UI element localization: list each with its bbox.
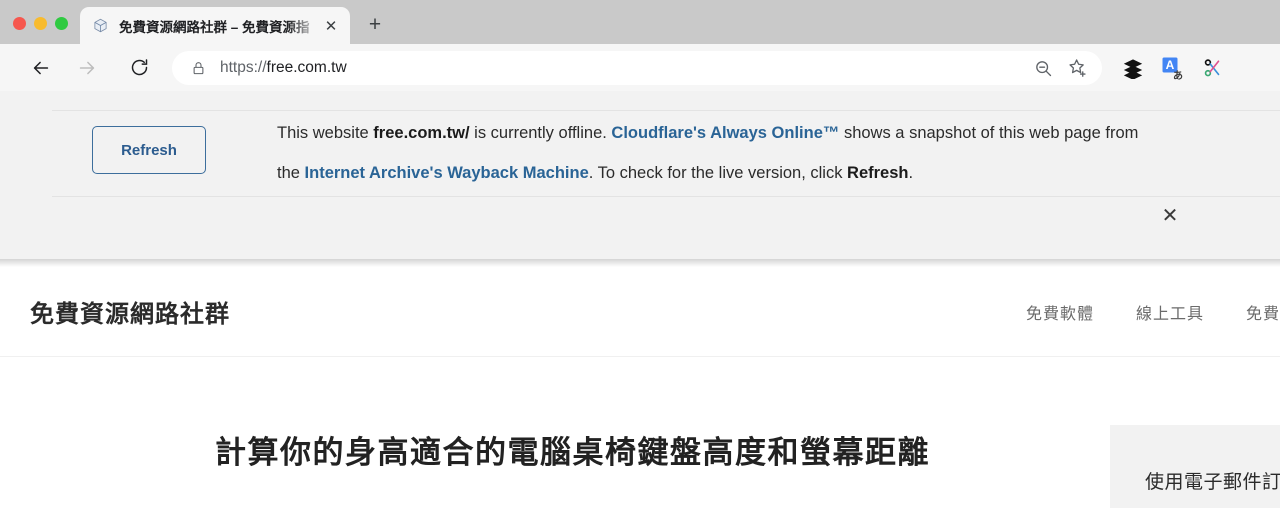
- banner-text-2: is currently offline.: [469, 124, 612, 142]
- site-logo[interactable]: 免費資源網路社群: [30, 294, 230, 329]
- back-button[interactable]: [24, 51, 58, 85]
- banner-text-4: . To check for the live version, click: [588, 164, 848, 182]
- banner-divider-top: [52, 110, 1280, 111]
- url-scheme: https://: [220, 58, 267, 76]
- page-title: 計算你的身高適合的電腦桌椅鍵盤高度和螢幕距離: [215, 435, 930, 470]
- nav-item-online-tools[interactable]: 線上工具: [1136, 300, 1204, 324]
- forward-button[interactable]: [70, 51, 104, 85]
- page-content: 免費資源網路社群 免費軟體 線上工具 免費 計算你的身高適合的電腦桌椅鍵盤高度和…: [0, 267, 1280, 508]
- minimize-window-button[interactable]: [34, 17, 47, 30]
- address-bar[interactable]: https://free.com.tw: [172, 50, 1102, 85]
- new-tab-button[interactable]: +: [360, 10, 390, 40]
- site-navigation: 免費軟體 線上工具 免費: [1026, 300, 1280, 324]
- close-tab-button[interactable]: ✕: [320, 15, 342, 37]
- maximize-window-button[interactable]: [55, 17, 68, 30]
- window-controls: [0, 17, 80, 44]
- clip-icon[interactable]: [1200, 55, 1226, 81]
- banner-domain: free.com.tw/: [373, 124, 470, 142]
- extension-icons: A あ: [1120, 55, 1230, 81]
- cloudflare-offline-banner: Refresh This website free.com.tw/ is cur…: [0, 91, 1280, 259]
- nav-item-free-software[interactable]: 免費軟體: [1026, 300, 1094, 324]
- omnibox-actions: [1028, 53, 1096, 83]
- url-text: https://free.com.tw: [220, 59, 1028, 77]
- browser-tab[interactable]: 免費資源網路社群 – 免費資源指 ✕: [80, 7, 350, 44]
- refresh-button[interactable]: Refresh: [92, 126, 206, 174]
- email-subscribe-label: 使用電子郵件訂: [1145, 472, 1280, 493]
- banner-divider-bottom: [52, 196, 1280, 197]
- email-subscribe-card[interactable]: 使用電子郵件訂: [1110, 425, 1280, 508]
- svg-text:A: A: [1166, 58, 1175, 72]
- cloudflare-always-online-link[interactable]: Cloudflare's Always Online™: [611, 124, 839, 142]
- browser-window: 免費資源網路社群 – 免費資源指 ✕ + https://free.com.tw…: [0, 0, 1280, 508]
- nav-item-free-resources[interactable]: 免費: [1246, 300, 1280, 324]
- layers-icon[interactable]: [1120, 55, 1146, 81]
- hero-section: 計算你的身高適合的電腦桌椅鍵盤高度和螢幕距離: [0, 357, 1280, 508]
- lock-icon: [190, 60, 206, 76]
- box-icon: [92, 17, 109, 34]
- star-plus-icon[interactable]: [1062, 53, 1092, 83]
- banner-text-1: This website: [277, 124, 374, 142]
- browser-toolbar: https://free.com.tw A あ: [0, 44, 1280, 91]
- tab-strip: 免費資源網路社群 – 免費資源指 ✕ +: [0, 0, 1280, 44]
- tab-title: 免費資源網路社群 – 免費資源指: [119, 19, 310, 35]
- translate-icon[interactable]: A あ: [1160, 55, 1186, 81]
- url-host: free.com.tw: [266, 58, 347, 76]
- banner-shadow: [0, 259, 1280, 267]
- banner-message: This website free.com.tw/ is currently o…: [277, 113, 1149, 193]
- close-banner-button[interactable]: ✕: [1158, 203, 1182, 227]
- site-header: 免費資源網路社群 免費軟體 線上工具 免費: [0, 267, 1280, 357]
- close-window-button[interactable]: [13, 17, 26, 30]
- banner-text-5: .: [908, 164, 914, 182]
- svg-text:あ: あ: [1173, 69, 1183, 80]
- banner-refresh-bold: Refresh: [847, 164, 909, 182]
- reload-button[interactable]: [122, 51, 156, 85]
- zoom-out-icon[interactable]: [1028, 53, 1058, 83]
- wayback-machine-link[interactable]: Internet Archive's Wayback Machine: [305, 164, 589, 182]
